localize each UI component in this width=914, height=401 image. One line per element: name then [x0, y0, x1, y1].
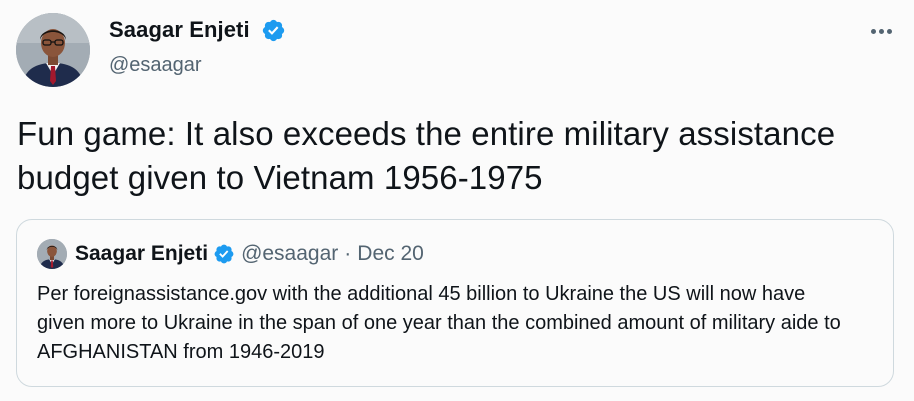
more-horizontal-icon — [870, 28, 876, 34]
header-separator: · — [344, 242, 352, 265]
author-avatar[interactable] — [16, 13, 90, 87]
quoted-author-display-name[interactable]: Saagar Enjeti — [75, 241, 208, 267]
quoted-author-handle[interactable]: @esaagar — [241, 241, 338, 267]
quoted-avatar-photo — [37, 239, 67, 269]
verified-badge-icon — [262, 19, 285, 42]
more-horizontal-icon-dot — [878, 28, 884, 34]
quoted-tweet-header: Saagar Enjeti @esaagar · Dec 20 — [75, 241, 424, 267]
author-display-name[interactable]: Saagar Enjeti — [109, 17, 250, 43]
tweet-text: Fun game: It also exceeds the entire mil… — [17, 115, 836, 196]
more-horizontal-icon-dot — [886, 28, 892, 34]
author-handle[interactable]: @esaagar — [109, 53, 202, 77]
avatar-photo — [16, 13, 90, 87]
quoted-tweet-date[interactable]: Dec 20 — [357, 241, 424, 267]
quoted-tweet-text: Per foreignassistance.gov with the addit… — [37, 283, 841, 363]
more-options-button[interactable] — [866, 16, 896, 46]
quoted-tweet-card[interactable]: Saagar Enjeti @esaagar · Dec 20 Per fore… — [16, 219, 894, 387]
quoted-author-avatar[interactable] — [37, 239, 67, 269]
quoted-verified-badge-icon — [214, 244, 234, 264]
